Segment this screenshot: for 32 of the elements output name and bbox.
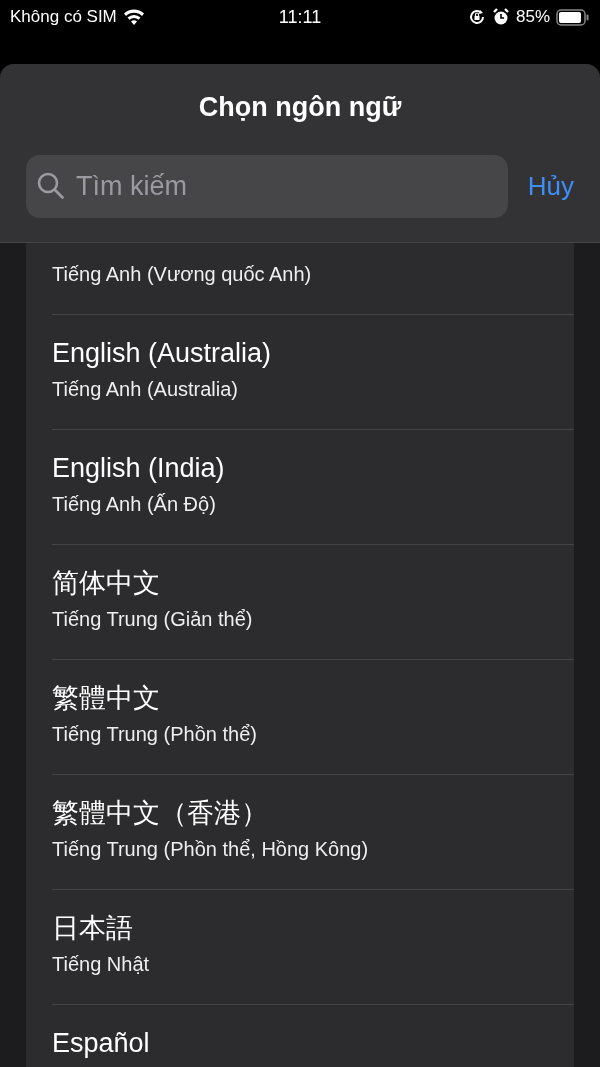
language-name: 简体中文 [52, 567, 161, 600]
alarm-icon [491, 8, 510, 26]
language-subtitle: Tiếng Anh (Vương quốc Anh) [52, 262, 313, 287]
language-subtitle: Tiếng Trung (Giản thể) [52, 607, 254, 632]
language-name: English (India) [52, 452, 226, 485]
language-row[interactable]: Español [52, 1005, 574, 1067]
language-name: Español [52, 1027, 151, 1060]
wifi-icon [122, 9, 145, 25]
clock-time: 11:11 [278, 6, 322, 28]
cancel-button[interactable]: Hủy [527, 171, 574, 202]
language-row[interactable]: 繁體中文 Tiếng Trung (Phồn thể) [52, 660, 574, 775]
language-subtitle: Tiếng Nhật [52, 952, 151, 977]
language-row[interactable]: 日本語 Tiếng Nhật [52, 890, 574, 1005]
rotation-lock-icon [467, 8, 486, 26]
language-subtitle: Tiếng Trung (Phồn thể, Hồng Kông) [52, 837, 370, 862]
language-name: 繁體中文（香港） [52, 797, 269, 830]
language-row[interactable]: English (Australia) Tiếng Anh (Australia) [52, 315, 574, 430]
language-subtitle: Tiếng Anh (Australia) [52, 377, 239, 402]
language-name: 繁體中文 [52, 682, 161, 715]
language-name: 日本語 [52, 912, 134, 945]
sheet-title: Chọn ngôn ngữ [197, 91, 403, 124]
battery-percent: 85% [515, 7, 550, 27]
language-row[interactable]: Tiếng Anh (Vương quốc Anh) [52, 243, 574, 315]
battery-icon [556, 8, 590, 26]
search-field[interactable]: Tìm kiếm [26, 155, 508, 218]
language-row[interactable]: English (India) Tiếng Anh (Ấn Độ) [52, 430, 574, 545]
language-subtitle: Tiếng Trung (Phồn thể) [52, 722, 258, 747]
language-name: English (Australia) [52, 337, 273, 370]
language-subtitle: Tiếng Anh (Ấn Độ) [52, 492, 217, 517]
carrier-text: Không có SIM [10, 7, 117, 27]
language-row[interactable]: 简体中文 Tiếng Trung (Giản thể) [52, 545, 574, 660]
language-row[interactable]: 繁體中文（香港） Tiếng Trung (Phồn thể, Hồng Kông) [52, 775, 574, 890]
